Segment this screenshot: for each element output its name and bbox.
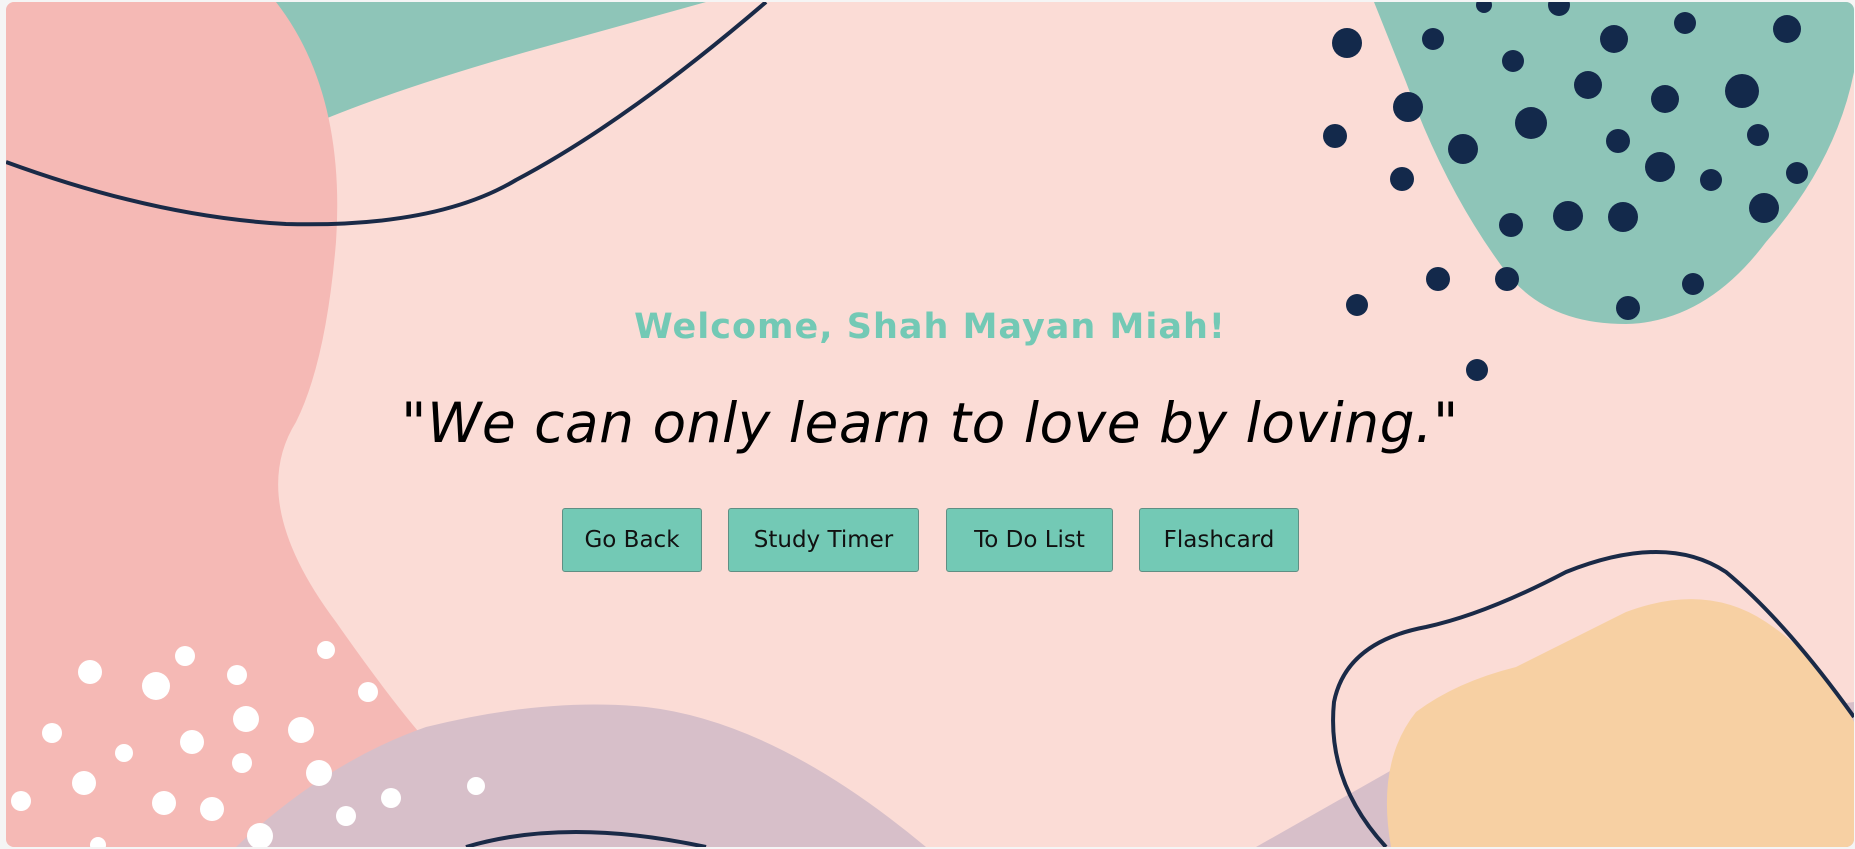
- page-frame: Welcome, Shah Mayan Miah! "We can only l…: [6, 2, 1854, 847]
- welcome-heading: Welcome, Shah Mayan Miah!: [634, 307, 1226, 347]
- todo-list-button[interactable]: To Do List: [946, 508, 1113, 572]
- quote-text: "We can only learn to love by loving.": [401, 391, 1459, 455]
- go-back-button[interactable]: Go Back: [562, 508, 702, 572]
- study-timer-button[interactable]: Study Timer: [728, 508, 919, 572]
- flashcard-button[interactable]: Flashcard: [1139, 508, 1299, 572]
- main-content: Welcome, Shah Mayan Miah! "We can only l…: [6, 2, 1854, 847]
